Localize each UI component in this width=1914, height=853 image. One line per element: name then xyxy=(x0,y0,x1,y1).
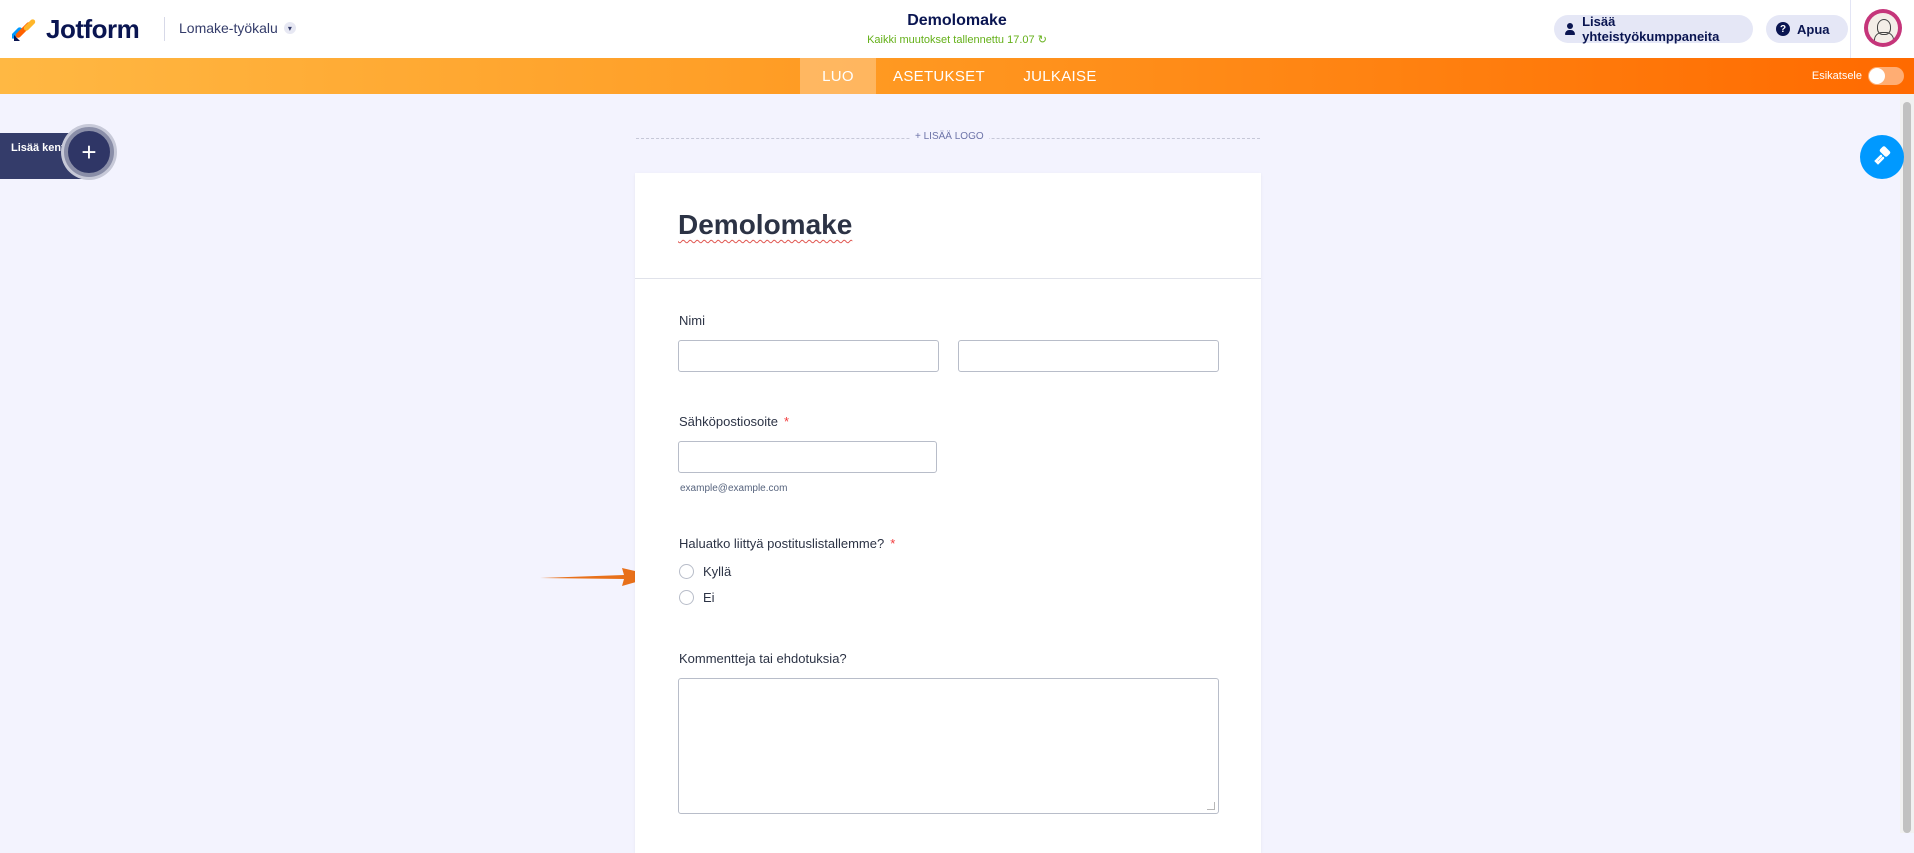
tab-create[interactable]: LUO xyxy=(800,58,876,94)
name-label: Nimi xyxy=(679,313,705,328)
add-collaborators-button[interactable]: Lisää yhteistyökumppaneita xyxy=(1554,14,1753,44)
preview-switch-knob xyxy=(1869,68,1885,84)
mailing-question-text: Haluatko liittyä postituslistallemme? xyxy=(679,536,885,551)
preview-switch[interactable] xyxy=(1868,67,1904,85)
radio-option-no[interactable]: Ei xyxy=(679,590,715,605)
required-marker: * xyxy=(890,536,896,551)
radio-option-yes[interactable]: Kyllä xyxy=(679,564,731,579)
paint-roller-icon xyxy=(1874,146,1891,165)
help-icon: ? xyxy=(1776,22,1790,36)
help-label: Apua xyxy=(1797,21,1830,37)
radio-button[interactable] xyxy=(679,564,694,579)
avatar[interactable] xyxy=(1864,9,1902,47)
radio-option-label: Kyllä xyxy=(703,564,732,579)
mailing-question-label: Haluatko liittyä postituslistallemme? * xyxy=(679,536,895,551)
radio-button[interactable] xyxy=(679,590,694,605)
user-icon xyxy=(1564,23,1576,35)
scrollbar-thumb[interactable] xyxy=(1903,102,1911,833)
refresh-icon: ↻ xyxy=(1037,34,1047,46)
preview-toggle[interactable]: Esikatsele xyxy=(1812,67,1904,85)
tab-settings[interactable]: ASETUKSET xyxy=(884,58,994,94)
email-sublabel: example@example.com xyxy=(680,483,788,494)
form-header[interactable]: Demolomake xyxy=(635,173,1261,279)
comments-label: Kommentteja tai ehdotuksia? xyxy=(679,651,847,666)
email-label: Sähköpostiosoite * xyxy=(679,414,789,429)
email-label-text: Sähköpostiosoite xyxy=(679,414,779,429)
add-field-button[interactable]: + xyxy=(64,127,114,177)
builder-nav: LUO ASETUKSET JULKAISE Esikatsele xyxy=(0,58,1914,94)
tab-publish[interactable]: JULKAISE xyxy=(1010,58,1110,94)
save-status-text: Kaikki muutokset tallennettu 17.07 xyxy=(867,34,1035,46)
first-name-input[interactable] xyxy=(678,340,939,372)
plus-icon: + xyxy=(81,136,97,167)
resize-handle-icon[interactable] xyxy=(1207,802,1215,810)
top-bar: Jotform Lomake-työkalu ▾ Demolomake Kaik… xyxy=(0,0,1914,59)
form-designer-button[interactable] xyxy=(1860,135,1904,179)
email-input[interactable] xyxy=(678,441,937,473)
avatar-divider xyxy=(1850,0,1851,58)
add-collaborators-label: Lisää yhteistyökumppaneita xyxy=(1582,14,1720,44)
comments-textarea[interactable] xyxy=(678,678,1219,814)
help-button[interactable]: ? Apua xyxy=(1766,15,1848,43)
last-name-input[interactable] xyxy=(958,340,1219,372)
avatar-image xyxy=(1868,13,1898,43)
radio-option-label: Ei xyxy=(703,590,715,605)
form-card: Demolomake Nimi Sähköpostiosoite * exampl… xyxy=(635,173,1261,853)
page-scrollbar[interactable] xyxy=(1900,94,1914,833)
form-heading[interactable]: Demolomake xyxy=(678,209,852,241)
required-marker: * xyxy=(784,414,790,429)
preview-label: Esikatsele xyxy=(1811,70,1862,82)
add-logo-button[interactable]: + LISÄÄ LOGO xyxy=(910,131,989,142)
